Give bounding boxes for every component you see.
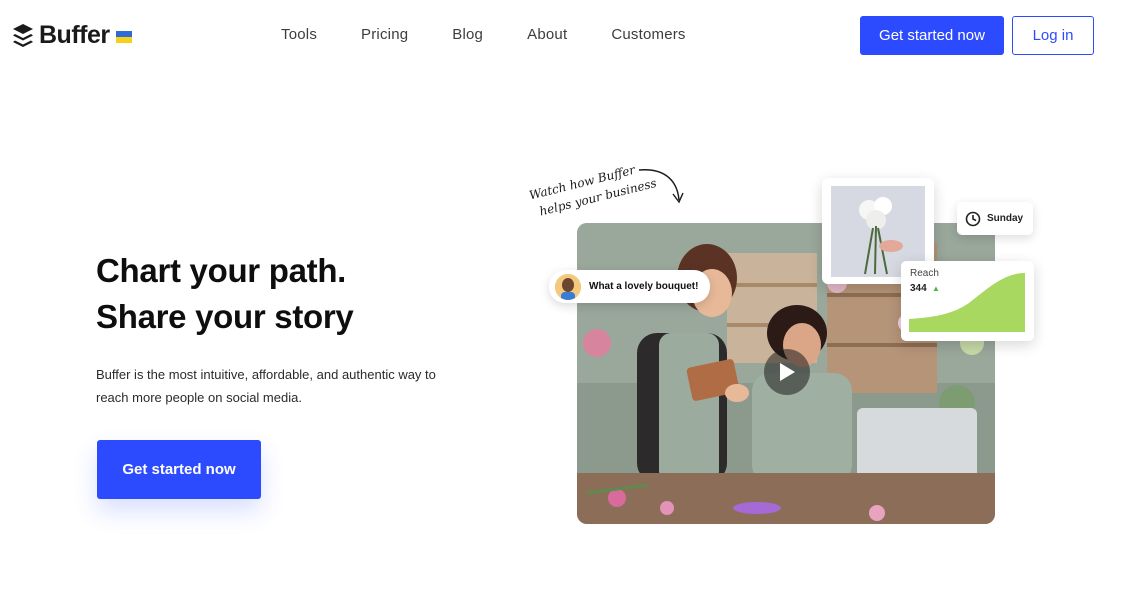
get-started-button[interactable]: Get started now <box>860 16 1004 55</box>
play-icon <box>780 363 795 381</box>
nav-item-customers[interactable]: Customers <box>611 26 685 43</box>
login-button[interactable]: Log in <box>1012 16 1094 55</box>
comment-bubble: What a lovely bouquet! <box>549 270 711 303</box>
hero-get-started-button[interactable]: Get started now <box>97 440 261 499</box>
brand-name: Buffer <box>39 21 110 49</box>
hero-title-line2: Share your story <box>96 298 354 335</box>
nav-item-about[interactable]: About <box>527 26 567 43</box>
nav-item-pricing[interactable]: Pricing <box>361 26 408 43</box>
reach-stats-card: Reach 344 ▲ <box>901 261 1034 341</box>
commenter-avatar <box>555 273 581 300</box>
nav-item-tools[interactable]: Tools <box>281 26 317 43</box>
clock-icon <box>965 211 981 226</box>
ukraine-flag-icon <box>115 31 132 43</box>
play-video-button[interactable] <box>764 349 810 395</box>
schedule-day-badge: Sunday <box>957 202 1033 235</box>
hero-title: Chart your path. Share your story <box>96 248 354 340</box>
main-nav: Tools Pricing Blog About Customers <box>281 26 730 43</box>
buffer-logo-icon <box>13 23 33 47</box>
nav-item-blog[interactable]: Blog <box>452 26 483 43</box>
hero-title-line1: Chart your path. <box>96 252 347 289</box>
brand-logo[interactable]: Buffer <box>12 21 132 50</box>
watch-video-annotation: Watch how Buffer helps your business <box>528 162 684 219</box>
hero-description: Buffer is the most intuitive, affordable… <box>96 367 436 405</box>
comment-text: What a lovely bouquet! <box>589 281 699 292</box>
reach-area-chart <box>909 273 1025 332</box>
schedule-day-text: Sunday <box>987 213 1024 224</box>
